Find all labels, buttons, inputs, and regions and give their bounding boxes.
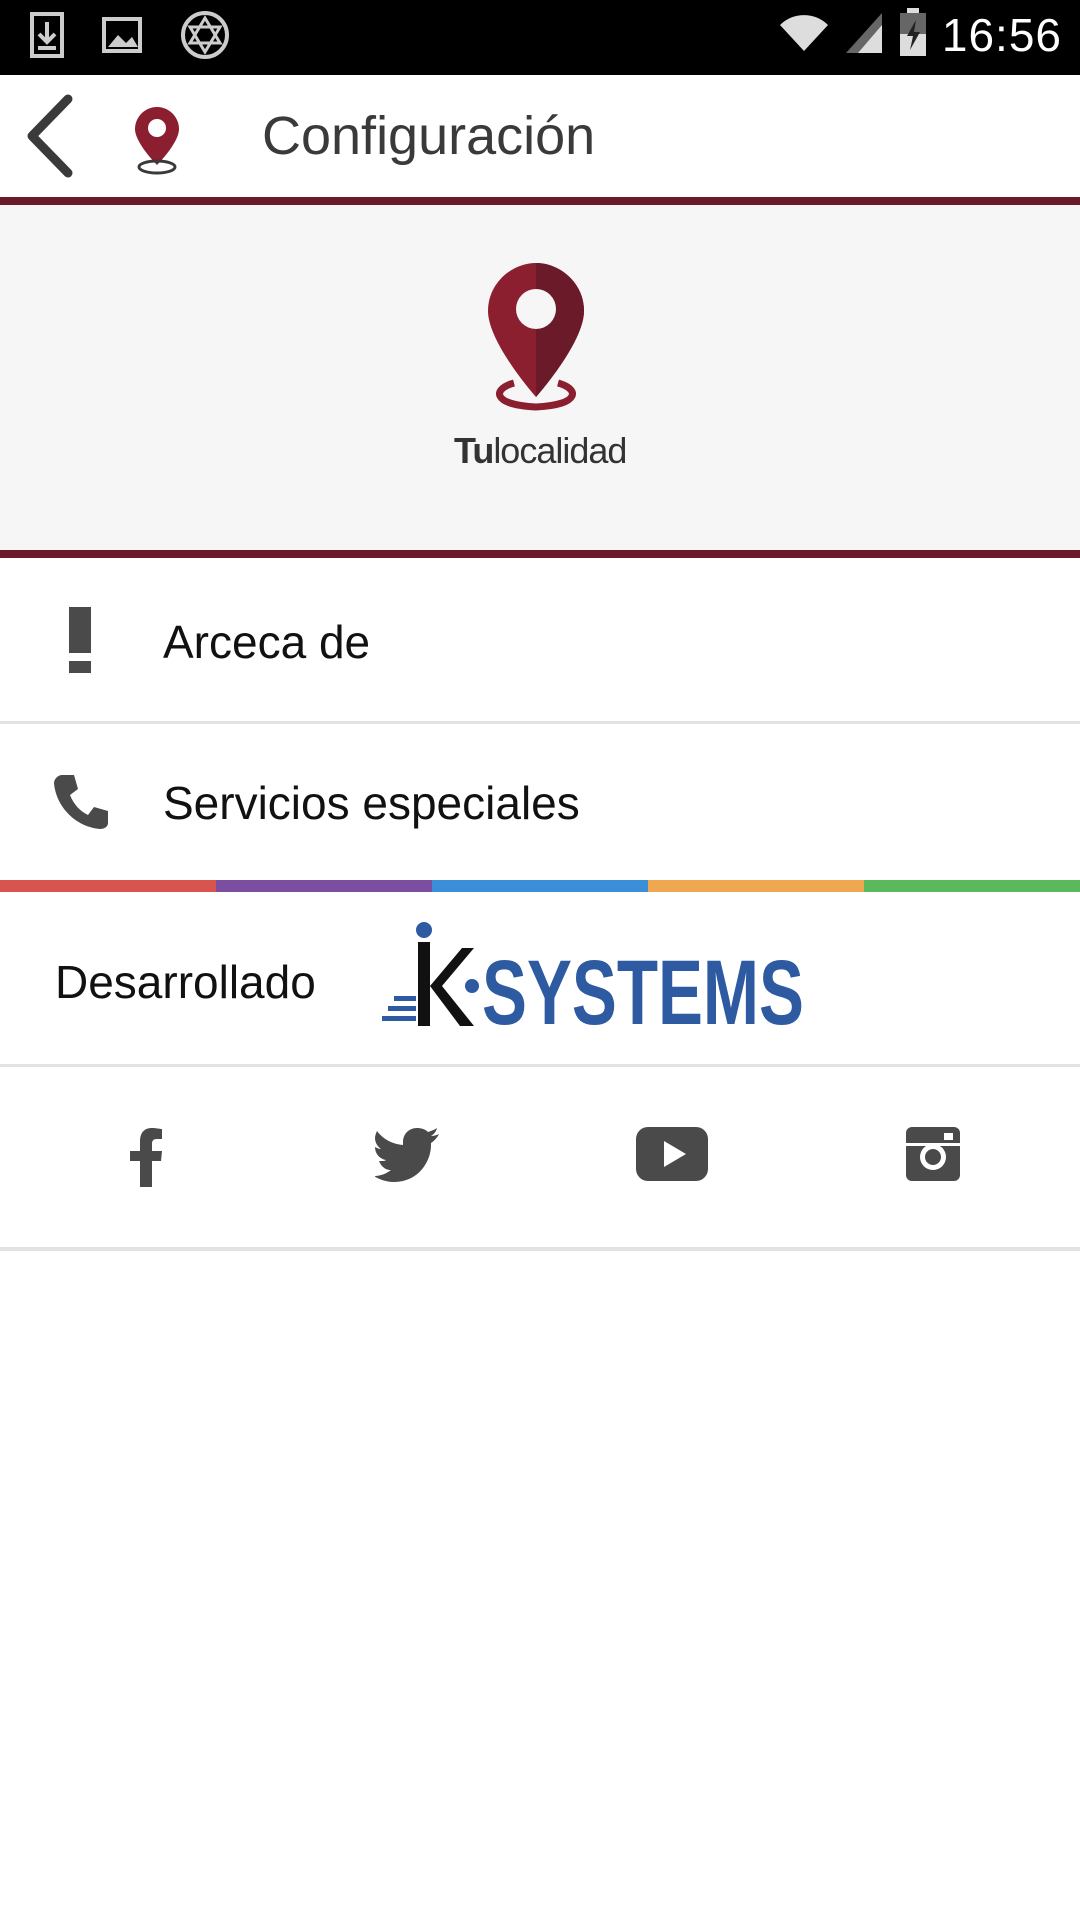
image-icon — [102, 17, 142, 57]
tu-localidad-pin-logo — [440, 255, 640, 439]
instagram-icon[interactable] — [906, 1127, 960, 1185]
brand-bold: Tu — [454, 430, 494, 471]
menu-item-label: Arceca de — [163, 616, 371, 668]
wifi-icon — [778, 13, 830, 57]
menu-item-label: Servicios especiales — [163, 777, 580, 829]
signal-icon — [844, 11, 884, 59]
color-segment-purple — [216, 880, 432, 892]
app-logo-banner: Tulocalidad — [0, 205, 1080, 558]
download-icon — [30, 12, 64, 62]
menu-item-special-services[interactable]: Servicios especiales — [0, 724, 1080, 882]
twitter-icon[interactable] — [374, 1127, 441, 1187]
ksystems-logo: SYSTEMS — [380, 920, 810, 1044]
youtube-icon[interactable] — [636, 1127, 708, 1185]
ksystems-logo-text: SYSTEMS — [482, 942, 804, 1032]
chevron-left-icon — [27, 94, 73, 178]
facebook-icon[interactable] — [128, 1127, 164, 1191]
star-of-david-icon — [180, 10, 230, 64]
developer-credit[interactable]: Desarrollado SYSTEMS — [0, 892, 1080, 1067]
developer-label: Desarrollado — [55, 956, 316, 1008]
color-segment-blue — [432, 880, 648, 892]
app-bar: Configuración — [0, 75, 1080, 205]
social-links — [0, 1067, 1080, 1251]
back-button[interactable] — [18, 93, 90, 179]
clock: 16:56 — [941, 9, 1062, 61]
menu-item-about[interactable]: Arceca de — [0, 563, 1080, 724]
color-segment-orange — [648, 880, 864, 892]
phone-icon — [50, 771, 110, 835]
page-title: Configuración — [262, 106, 596, 166]
brand-name: Tulocalidad — [454, 430, 627, 472]
exclamation-icon — [50, 605, 110, 679]
color-divider — [0, 880, 1080, 892]
brand-rest: localidad — [493, 430, 627, 471]
color-segment-green — [864, 880, 1080, 892]
color-segment-red — [0, 880, 216, 892]
battery-icon — [898, 8, 928, 62]
status-bar: 16:56 — [0, 0, 1080, 75]
location-pin-icon — [133, 105, 181, 181]
